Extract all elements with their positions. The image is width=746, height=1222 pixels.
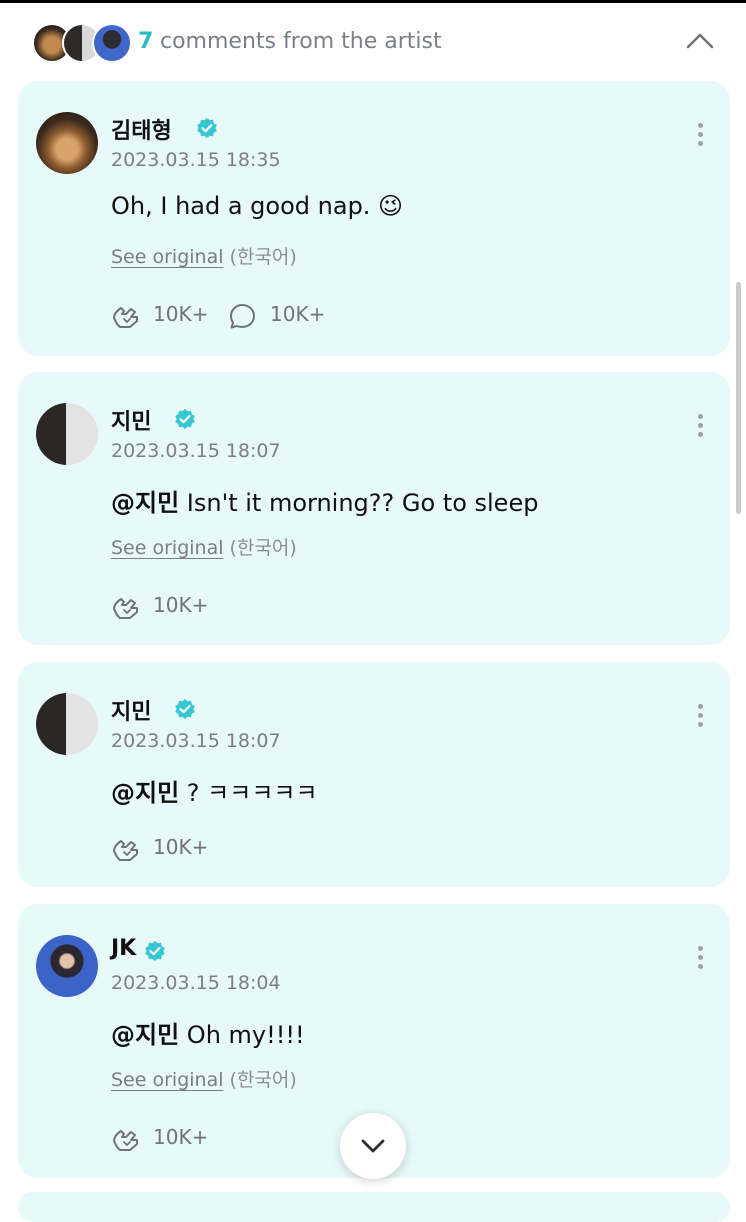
comment-timestamp: 2023.03.15 18:35 [111, 149, 281, 171]
translation-row: See original (한국어) [111, 1065, 297, 1092]
comment-body: Isn't it morning?? Go to sleep [179, 489, 539, 517]
comment-actions: 10K+ 10K+ [111, 300, 371, 330]
original-language: (한국어) [229, 246, 297, 268]
verified-badge-icon [197, 118, 217, 138]
more-dot [697, 955, 703, 960]
verified-badge-icon [145, 941, 165, 961]
like-count: 10K+ [153, 593, 209, 617]
see-original-link[interactable]: See original [111, 246, 224, 268]
more-dot [697, 132, 703, 137]
more-options-button[interactable] [690, 410, 710, 442]
author-avatar[interactable] [36, 112, 98, 174]
hands-heart-icon [113, 307, 138, 328]
like-count: 10K+ [153, 835, 209, 859]
more-dot [697, 432, 703, 437]
more-dot [697, 704, 703, 709]
like-button[interactable]: 10K+ [111, 833, 221, 863]
header-label: comments from the artist [160, 29, 442, 54]
like-count: 10K+ [153, 302, 209, 326]
more-dot [697, 414, 703, 419]
more-dot [697, 141, 703, 146]
collapse-button[interactable] [684, 29, 716, 53]
translation-row: See original (한국어) [111, 242, 297, 269]
author-avatar[interactable] [36, 935, 98, 997]
author-name[interactable]: 지민 [111, 694, 151, 726]
artist-comments-header[interactable]: 7 comments from the artist [0, 3, 746, 77]
comment-timestamp: 2023.03.15 18:07 [111, 730, 281, 752]
comment-card: 김태형 2023.03.15 18:35 Oh, I had a good na… [18, 81, 730, 356]
comment-body: Oh my!!!! [179, 1021, 305, 1049]
scrollbar[interactable] [736, 282, 741, 514]
verified-badge-icon [175, 409, 195, 429]
author-avatar[interactable] [36, 693, 98, 755]
hands-heart-icon [113, 598, 138, 619]
comment-actions: 10K+ [111, 1123, 251, 1153]
more-dot [697, 423, 703, 428]
author-name[interactable]: 지민 [111, 404, 151, 436]
more-dot [697, 123, 703, 128]
more-dot [697, 964, 703, 969]
comment-text: Oh, I had a good nap. 😉 [111, 192, 403, 220]
comment-body: ? ㅋㅋㅋㅋㅋ [179, 779, 318, 807]
original-language: (한국어) [229, 1069, 297, 1091]
comment-mention[interactable]: @지민 [111, 779, 179, 807]
speech-bubble-icon [230, 304, 255, 329]
reply-button[interactable]: 10K+ [228, 300, 338, 330]
like-button[interactable]: 10K+ [111, 1123, 221, 1153]
more-options-button[interactable] [690, 700, 710, 732]
like-button[interactable]: 10K+ [111, 300, 221, 330]
translation-row: See original (한국어) [111, 533, 297, 560]
comment-body: Oh, I had a good nap. 😉 [111, 192, 404, 220]
comment-count: 7 [138, 29, 154, 54]
more-dot [697, 722, 703, 727]
comment-timestamp: 2023.03.15 18:07 [111, 440, 281, 462]
chevron-up-icon [686, 33, 714, 49]
comment-mention[interactable]: @지민 [111, 1021, 179, 1049]
artist-avatar-stack [32, 23, 132, 63]
more-options-button[interactable] [690, 942, 710, 974]
next-comment-card-edge [18, 1192, 730, 1222]
author-name[interactable]: 김태형 [111, 113, 172, 145]
chevron-down-icon [361, 1139, 385, 1153]
comment-actions: 10K+ [111, 591, 251, 621]
comment-text: @지민 Oh my!!!! [111, 1015, 305, 1050]
see-original-link[interactable]: See original [111, 537, 224, 559]
comment-card: 지민 2023.03.15 18:07 @지민 ? ㅋㅋㅋㅋㅋ 10K+ [18, 662, 730, 887]
comment-text: @지민 Isn't it morning?? Go to sleep [111, 483, 538, 518]
more-dot [697, 946, 703, 951]
reply-count: 10K+ [270, 302, 326, 326]
scroll-down-button[interactable] [340, 1113, 406, 1179]
like-count: 10K+ [153, 1125, 209, 1149]
comment-text: @지민 ? ㅋㅋㅋㅋㅋ [111, 773, 318, 808]
comment-timestamp: 2023.03.15 18:04 [111, 972, 281, 994]
hands-heart-icon [113, 1130, 138, 1151]
comment-card: 지민 2023.03.15 18:07 @지민 Isn't it morning… [18, 372, 730, 645]
author-avatar[interactable] [36, 403, 98, 465]
blue-portrait-avatar [92, 23, 132, 63]
comment-actions: 10K+ [111, 833, 251, 863]
hands-heart-icon [113, 840, 138, 861]
comment-mention[interactable]: @지민 [111, 489, 179, 517]
verified-badge-icon [175, 699, 195, 719]
more-dot [697, 713, 703, 718]
original-language: (한국어) [229, 537, 297, 559]
see-original-link[interactable]: See original [111, 1069, 224, 1091]
author-name[interactable]: JK [111, 936, 136, 961]
like-button[interactable]: 10K+ [111, 591, 221, 621]
more-options-button[interactable] [690, 119, 710, 151]
